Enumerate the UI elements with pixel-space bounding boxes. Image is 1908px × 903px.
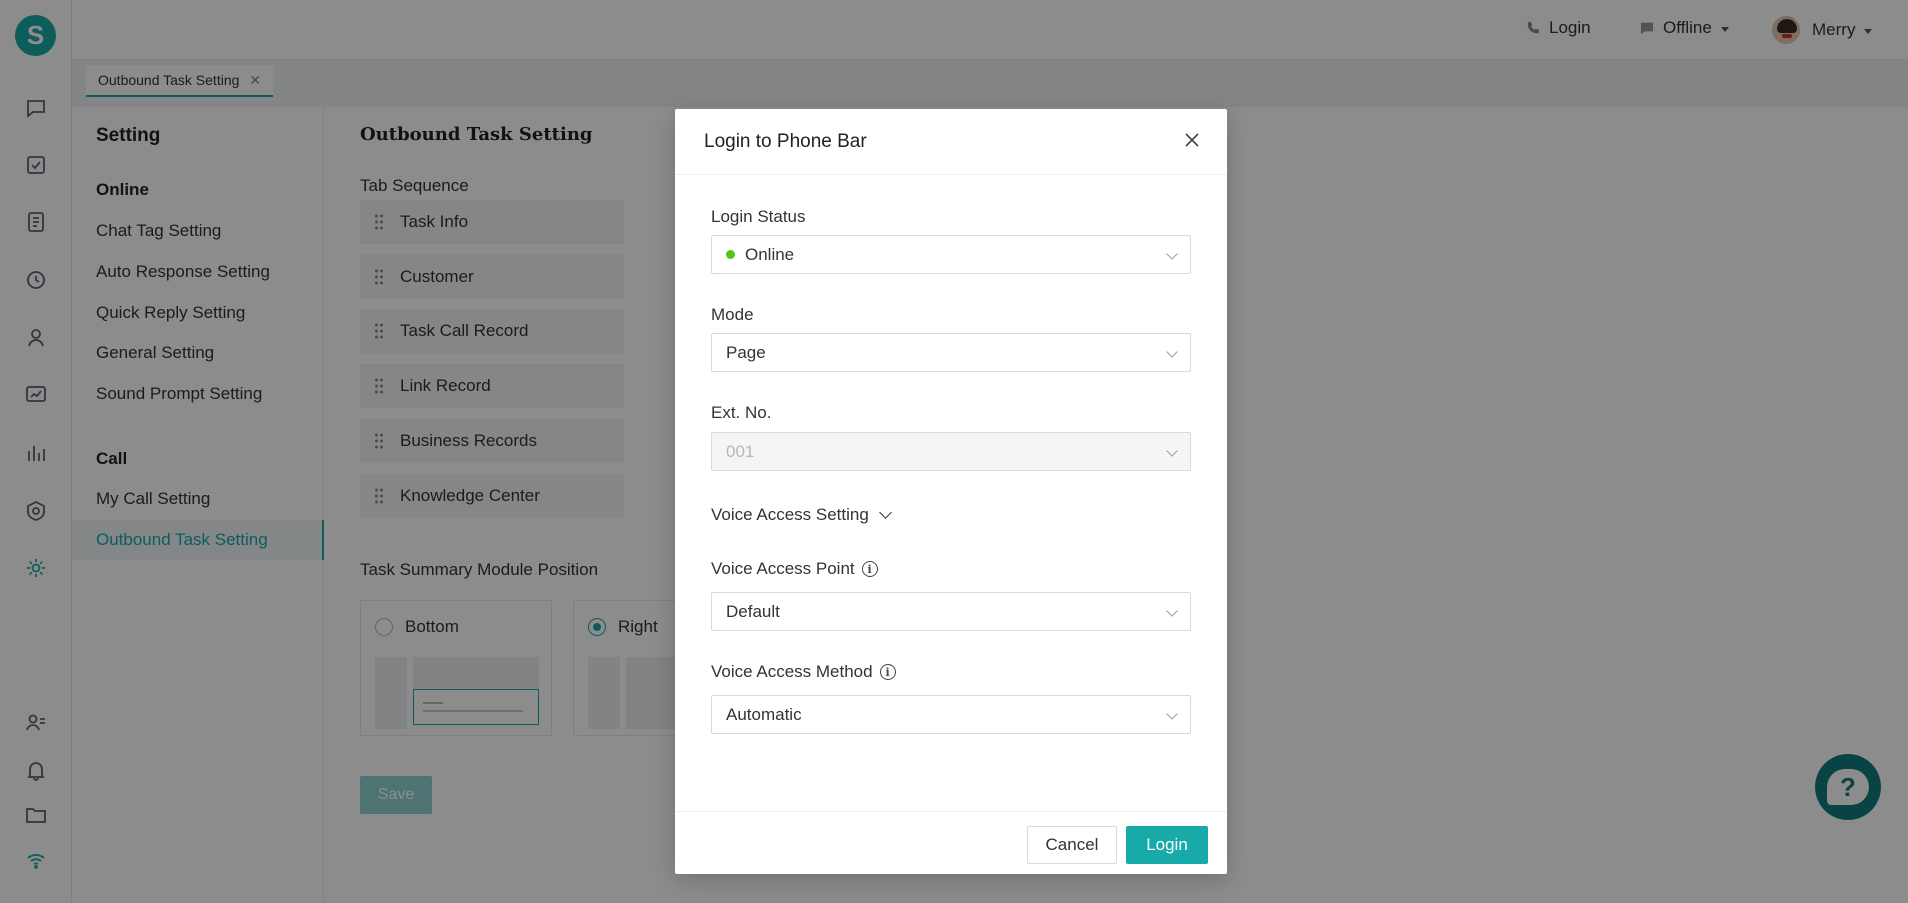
mode-select[interactable]: Page bbox=[711, 333, 1191, 372]
close-icon[interactable] bbox=[1181, 129, 1203, 151]
dialog-title: Login to Phone Bar bbox=[704, 131, 867, 152]
online-status-dot bbox=[726, 250, 735, 259]
voice-access-setting-toggle[interactable]: Voice Access Setting bbox=[711, 505, 892, 525]
info-icon[interactable]: i bbox=[879, 664, 896, 680]
login-button[interactable]: Login bbox=[1126, 826, 1208, 864]
login-phone-bar-dialog: Login to Phone Bar Login Status Online M… bbox=[675, 109, 1227, 874]
chevron-down-icon bbox=[1166, 248, 1178, 260]
chevron-down-icon bbox=[878, 506, 892, 519]
dialog-header: Login to Phone Bar bbox=[675, 109, 1227, 175]
mode-label: Mode bbox=[711, 305, 754, 324]
chevron-down-icon bbox=[1166, 708, 1178, 720]
login-status-label: Login Status bbox=[711, 207, 806, 226]
chevron-down-icon bbox=[1166, 346, 1178, 358]
ext-no-label: Ext. No. bbox=[711, 403, 772, 422]
voice-access-point-select[interactable]: Default bbox=[711, 592, 1191, 631]
cancel-button[interactable]: Cancel bbox=[1027, 826, 1117, 864]
voice-access-method-select[interactable]: Automatic bbox=[711, 695, 1191, 734]
ext-no-select: 001 bbox=[711, 432, 1191, 471]
login-status-select[interactable]: Online bbox=[711, 235, 1191, 274]
chevron-down-icon bbox=[1166, 605, 1178, 617]
voice-access-point-label: Voice Access Point i bbox=[711, 559, 878, 579]
info-icon[interactable]: i bbox=[861, 561, 878, 577]
dialog-footer: Cancel Login bbox=[675, 811, 1227, 874]
chevron-down-icon bbox=[1166, 445, 1178, 457]
voice-access-method-label: Voice Access Method i bbox=[711, 662, 896, 682]
